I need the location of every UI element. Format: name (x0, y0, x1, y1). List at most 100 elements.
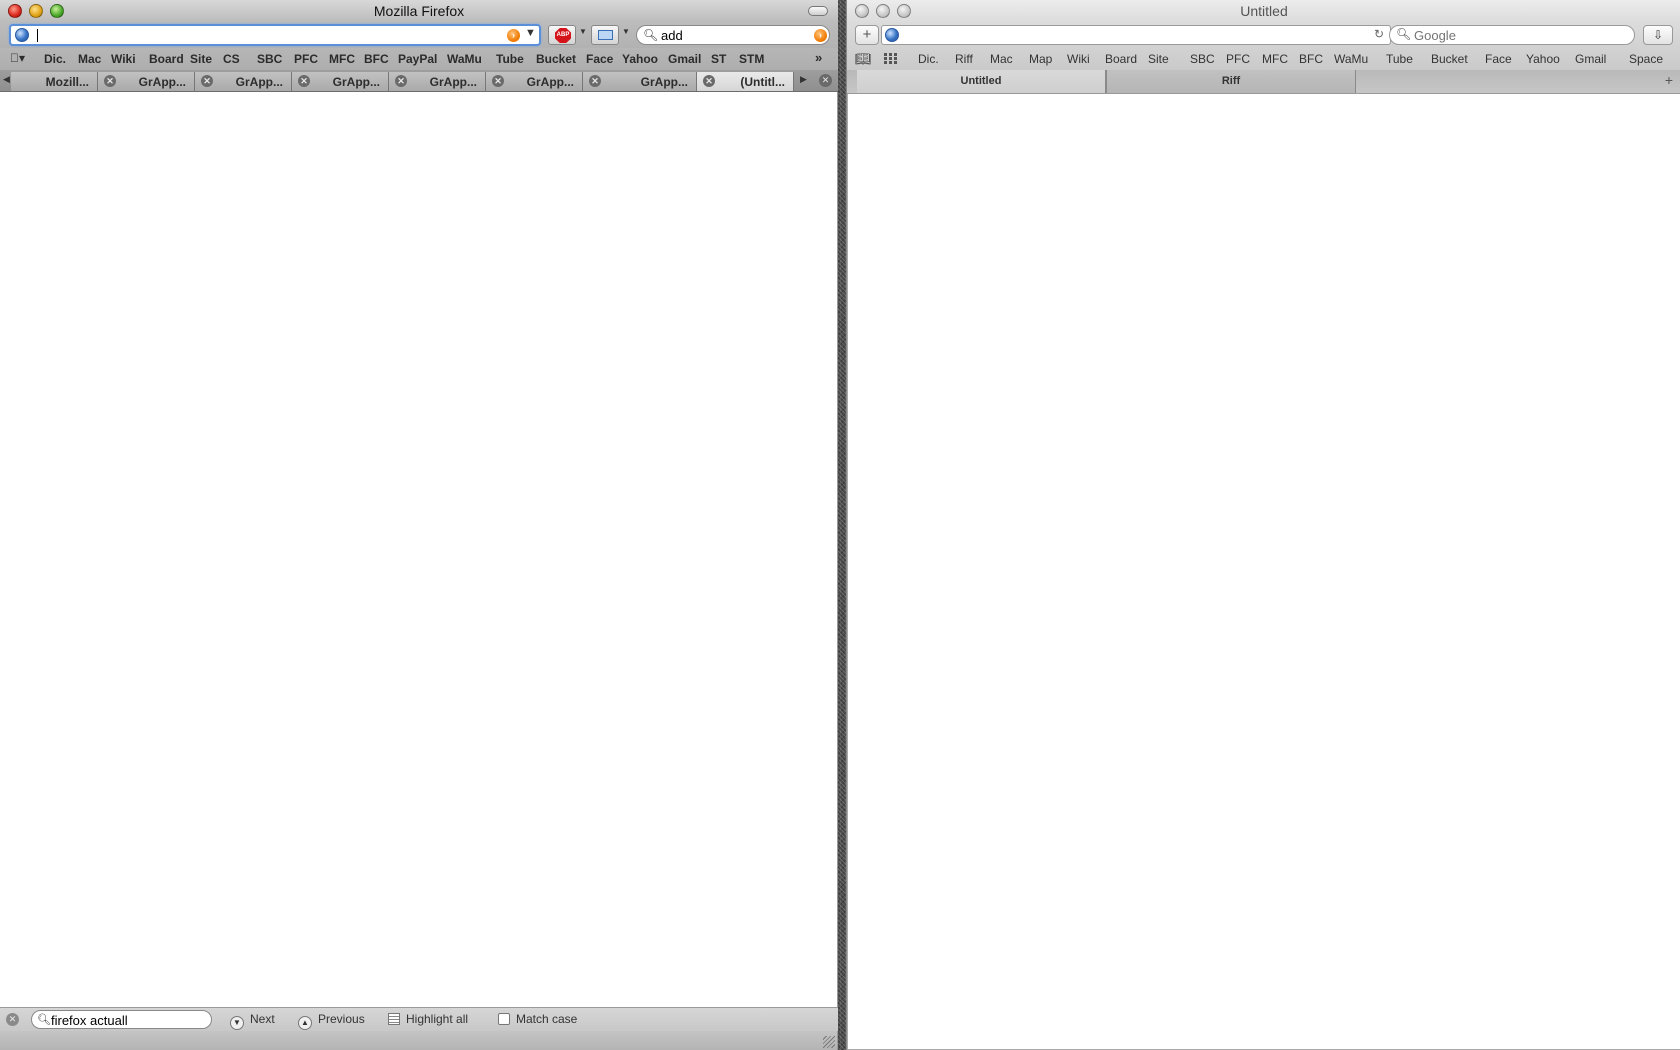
bookmark-dic[interactable]: Dic. (918, 52, 939, 66)
close-tab-icon[interactable]: ✕ (589, 75, 601, 87)
search-icon[interactable]: 🔍︎ (643, 28, 658, 42)
share-menu-arrow-icon[interactable]: ▼ (622, 27, 630, 36)
tab[interactable]: ✕ GrApp... (583, 72, 697, 91)
find-input[interactable]: 🔍︎ firefox actuall (31, 1010, 212, 1029)
bookmark-site[interactable]: Site (1148, 52, 1169, 66)
bookmarks-overflow-icon[interactable]: » (815, 50, 822, 65)
adblock-menu-arrow-icon[interactable]: ▼ (579, 27, 587, 36)
tab[interactable]: ✕ GrApp... (389, 72, 486, 91)
bookmark-pfc[interactable]: PFC (1226, 52, 1250, 66)
bookmark-cs[interactable]: CS (223, 52, 240, 66)
bookmark-yahoo[interactable]: Yahoo (1526, 52, 1560, 66)
tab[interactable]: ✕ GrApp... (292, 72, 389, 91)
highlight-all-button[interactable]: Highlight all (388, 1012, 468, 1026)
tab[interactable]: ✕ (Untitl... (697, 72, 794, 91)
bookmark-face[interactable]: Face (586, 52, 613, 66)
zoom-window-button[interactable] (897, 4, 911, 18)
minimize-window-button[interactable] (876, 4, 890, 18)
bookmark-mac[interactable]: Mac (990, 52, 1013, 66)
find-next-button[interactable]: ▼ Next (230, 1012, 275, 1030)
tab[interactable]: Mozill... (11, 72, 98, 91)
bookmark-bucket[interactable]: Bucket (1431, 52, 1468, 66)
bookmark-st[interactable]: ST (711, 52, 726, 66)
arrow-up-icon: ▲ (298, 1016, 312, 1030)
adblock-button[interactable]: ABP (548, 25, 576, 45)
close-tab-icon[interactable]: ✕ (201, 75, 213, 87)
reload-icon[interactable]: ↻ (1374, 27, 1384, 41)
close-tab-icon[interactable]: ✕ (395, 75, 407, 87)
firefox-page-content[interactable] (0, 92, 838, 1007)
bookmark-wiki[interactable]: Wiki (1067, 52, 1090, 66)
bookmark-mfc[interactable]: MFC (329, 52, 355, 66)
search-box[interactable]: 🔍︎ (1389, 25, 1635, 45)
close-window-button[interactable] (855, 4, 869, 18)
bookmark-wamu[interactable]: WaMu (447, 52, 482, 66)
search-input[interactable] (1414, 27, 1624, 43)
bookmark-map[interactable]: Map (1029, 52, 1052, 66)
scroll-tabs-right-icon[interactable]: ▶ (800, 74, 807, 85)
apple-menu-icon[interactable]: ▾ (10, 51, 25, 65)
new-tab-icon[interactable]: + (1665, 72, 1673, 88)
find-query[interactable]: firefox actuall (51, 1013, 128, 1028)
toolbar-toggle-button[interactable] (808, 6, 828, 16)
bookmark-bfc[interactable]: BFC (1299, 52, 1323, 66)
scroll-tabs-left-icon[interactable]: ◀ (3, 74, 10, 85)
search-input[interactable]: add (661, 28, 683, 43)
bookmark-tube[interactable]: Tube (496, 52, 524, 66)
tab[interactable]: ✕ GrApp... (98, 72, 195, 91)
tab-label: (Untitl... (740, 75, 785, 89)
go-arrow-icon[interactable]: › (507, 29, 520, 42)
tab[interactable]: ✕ GrApp... (486, 72, 583, 91)
bookmark-wamu[interactable]: WaMu (1334, 52, 1368, 66)
url-bar[interactable]: ↻ (881, 25, 1391, 45)
match-case-checkbox[interactable]: Match case (498, 1012, 577, 1026)
close-tab-icon[interactable]: ✕ (104, 75, 116, 87)
bookmark-bfc[interactable]: BFC (364, 52, 389, 66)
bookmark-tube[interactable]: Tube (1386, 52, 1413, 66)
bookmark-bucket[interactable]: Bucket (536, 52, 576, 66)
close-tab-icon[interactable]: ✕ (492, 75, 504, 87)
bookmark-stm[interactable]: STM (739, 52, 764, 66)
find-previous-button[interactable]: ▲ Previous (298, 1012, 365, 1030)
text-cursor (37, 29, 38, 42)
bookmark-yahoo[interactable]: Yahoo (622, 52, 658, 66)
bookmark-pfc[interactable]: PFC (294, 52, 318, 66)
bookmark-space[interactable]: Space (1629, 52, 1663, 66)
add-bookmark-button[interactable]: + (855, 25, 879, 45)
search-box[interactable]: 🔍︎ add › (636, 25, 830, 45)
chevron-down-icon[interactable]: ▼ (525, 27, 536, 39)
bookmark-mfc[interactable]: MFC (1262, 52, 1288, 66)
bookmark-dic[interactable]: Dic. (44, 52, 66, 66)
tab-untitled[interactable]: Untitled (857, 70, 1106, 93)
bookmark-wiki[interactable]: Wiki (111, 52, 136, 66)
search-go-icon[interactable]: › (814, 29, 827, 42)
top-sites-grid-icon[interactable] (884, 53, 898, 64)
bookmark-riff[interactable]: Riff (955, 52, 973, 66)
tab[interactable]: ✕ GrApp... (195, 72, 292, 91)
zoom-window-button[interactable] (50, 4, 64, 18)
search-icon[interactable]: 🔍︎ (1396, 27, 1411, 41)
tab-riff[interactable]: Riff (1106, 70, 1356, 93)
bookmark-gmail[interactable]: Gmail (668, 52, 701, 66)
close-tab-icon[interactable]: ✕ (819, 74, 832, 87)
bookmark-sbc[interactable]: SBC (257, 52, 282, 66)
bookmark-gmail[interactable]: Gmail (1575, 52, 1606, 66)
url-bar[interactable]: › ▼ (9, 24, 541, 46)
book-icon[interactable]: 📖︎ (855, 51, 872, 67)
close-window-button[interactable] (8, 4, 22, 18)
bookmark-mac[interactable]: Mac (78, 52, 101, 66)
bookmark-button[interactable]: ⇩ (1643, 25, 1673, 45)
bookmark-face[interactable]: Face (1485, 52, 1512, 66)
safari-page-content[interactable] (847, 94, 1680, 1050)
close-find-bar-icon[interactable]: ✕ (6, 1013, 19, 1026)
resize-grip-icon[interactable] (823, 1036, 835, 1048)
share-button[interactable] (591, 25, 619, 45)
close-tab-icon[interactable]: ✕ (298, 75, 310, 87)
bookmark-paypal[interactable]: PayPal (398, 52, 437, 66)
bookmark-board[interactable]: Board (149, 52, 184, 66)
bookmark-board[interactable]: Board (1105, 52, 1137, 66)
minimize-window-button[interactable] (29, 4, 43, 18)
bookmark-sbc[interactable]: SBC (1190, 52, 1215, 66)
close-tab-icon[interactable]: ✕ (703, 75, 715, 87)
bookmark-site[interactable]: Site (190, 52, 212, 66)
